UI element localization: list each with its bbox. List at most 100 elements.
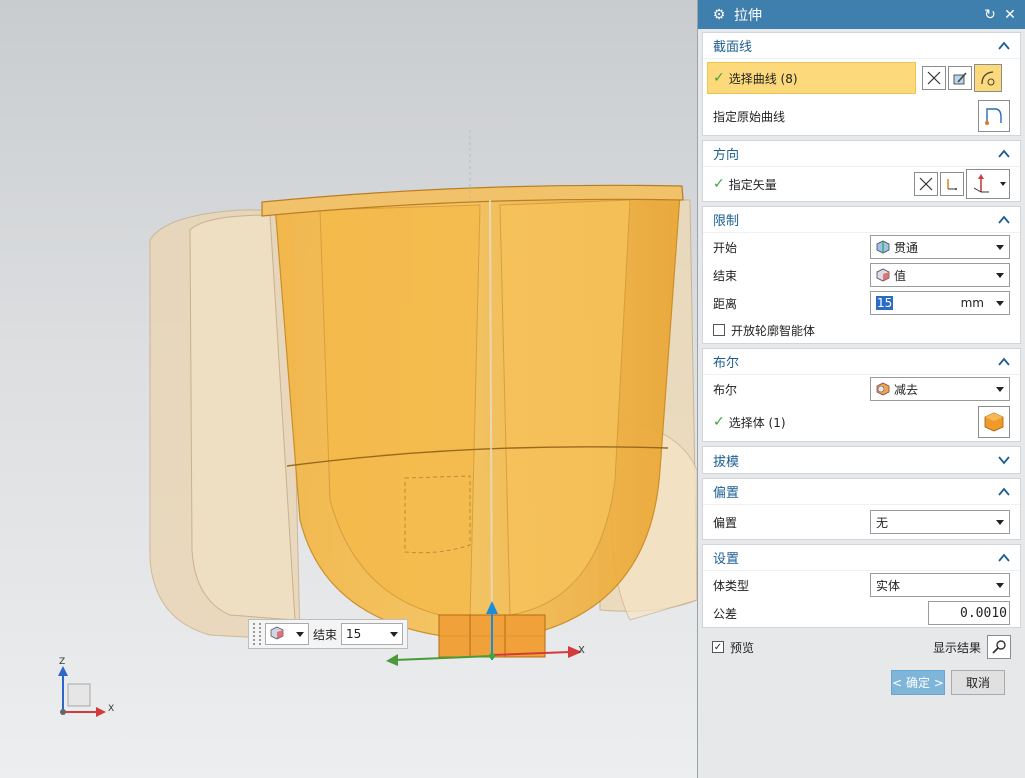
distance-input[interactable]: 15 mm (870, 291, 1010, 315)
sketch-section-button[interactable] (948, 66, 972, 90)
select-curve-row[interactable]: ✓ 选择曲线 (8) (707, 62, 916, 94)
offset-group: 偏置 偏置 无 (702, 478, 1021, 540)
boolean-header[interactable]: 布尔 (703, 349, 1020, 375)
action-buttons-row: < 确定 > 取消 (702, 662, 1021, 702)
preview-checkbox[interactable]: ✓ (712, 641, 724, 653)
distance-unit: mm (960, 296, 984, 310)
open-profile-row: 开放轮廓智能体 (703, 317, 1020, 343)
dialog-title: 拉伸 (734, 7, 762, 24)
vector-row: ✓ 指定矢量 (703, 167, 1020, 201)
boolean-select[interactable]: 减去 (870, 377, 1010, 401)
chevron-up-icon (998, 487, 1010, 496)
section-curve-title: 截面线 (713, 40, 753, 55)
close-icon[interactable]: ✕ (1003, 8, 1017, 22)
distance-row: 距离 15 mm (703, 289, 1020, 317)
select-curve-label: 选择曲线 (8) (728, 71, 798, 86)
dialog-titlebar: ⚙ 拉伸 ↻ ✕ (698, 0, 1025, 29)
triad-z-label: Z (59, 657, 66, 667)
settings-header[interactable]: 设置 (703, 545, 1020, 571)
original-curve-button[interactable] (978, 100, 1010, 132)
direction-title: 方向 (713, 148, 740, 163)
start-label: 开始 (713, 240, 738, 255)
limits-group: 限制 开始 贯通 结束 值 距离 15 mm 开放轮廓智能体 (702, 206, 1021, 344)
solid-body-icon (984, 412, 1004, 432)
select-body-row: ✓ 选择体 (1) (703, 403, 1020, 441)
chevron-up-icon (998, 149, 1010, 158)
chevron-up-icon (998, 215, 1010, 224)
end-select[interactable]: 值 (870, 263, 1010, 287)
direction-header[interactable]: 方向 (703, 141, 1020, 167)
show-result-button[interactable] (987, 635, 1011, 659)
chevron-down-icon (1000, 182, 1006, 186)
direction-group: 方向 ✓ 指定矢量 (702, 140, 1021, 202)
grip-handle[interactable] (253, 623, 261, 645)
curve-section-button[interactable] (974, 64, 1002, 92)
cross-arrows-icon (927, 71, 941, 85)
vector-label: 指定矢量 (728, 177, 777, 192)
tolerance-value: 0.0010 (960, 605, 1007, 621)
end-value: 值 (894, 268, 907, 283)
boolean-value: 减去 (894, 382, 919, 397)
body-type-row: 体类型 实体 (703, 571, 1020, 599)
gear-icon: ⚙ (712, 6, 726, 23)
chevron-down-icon (998, 456, 1010, 465)
distance-value: 15 (876, 296, 894, 310)
offset-select[interactable]: 无 (870, 510, 1010, 534)
body-type-select[interactable]: 实体 (870, 573, 1010, 597)
graphics-viewport[interactable]: Z X X 结束 15 (0, 0, 697, 778)
start-select[interactable]: 贯通 (870, 235, 1010, 259)
offset-header[interactable]: 偏置 (703, 479, 1020, 505)
select-body-button[interactable] (978, 406, 1010, 438)
chevron-down-icon (996, 386, 1004, 392)
end-value: 15 (346, 627, 362, 641)
open-profile-checkbox[interactable] (713, 324, 725, 336)
triad-vector-icon (973, 174, 989, 193)
chevron-up-icon (998, 553, 1010, 562)
tolerance-label: 公差 (713, 606, 738, 621)
select-body-label: 选择体 (1) (728, 415, 786, 430)
end-row: 结束 值 (703, 261, 1020, 289)
boolean-row: 布尔 减去 (703, 375, 1020, 403)
preview-row: ✓ 预览 显示结果 (702, 632, 1021, 662)
curve-corner-icon (985, 108, 1002, 125)
chevron-down-icon (390, 631, 399, 637)
value-cube-icon (270, 626, 284, 643)
end-type-dropdown[interactable] (265, 623, 309, 645)
body-type-label: 体类型 (713, 578, 750, 593)
chevron-down-icon (996, 272, 1004, 278)
draft-group: 拔模 (702, 446, 1021, 474)
boolean-title: 布尔 (713, 356, 740, 371)
ok-button[interactable]: < 确定 > (891, 669, 945, 695)
chevron-down-icon[interactable] (996, 300, 1004, 306)
extrude-dialog: ⚙ 拉伸 ↻ ✕ 截面线 ✓ 选择曲线 (8) 指定原始曲线 方向 ✓ 指定矢量… (697, 0, 1025, 778)
offset-title: 偏置 (713, 486, 740, 501)
tolerance-input[interactable]: 0.0010 (928, 601, 1010, 625)
draft-header[interactable]: 拔模 (703, 447, 1020, 473)
check-icon: ✓ (713, 70, 725, 86)
cross-arrows-icon (919, 177, 933, 191)
reverse-vector-button[interactable] (914, 172, 938, 196)
offset-value: 无 (876, 515, 889, 530)
reverse-direction-button[interactable] (922, 66, 946, 90)
reset-icon[interactable]: ↻ (983, 8, 997, 22)
limits-header[interactable]: 限制 (703, 207, 1020, 233)
curve-icon (981, 71, 995, 86)
magnifier-icon (992, 640, 1006, 654)
floating-toolbar: 结束 15 (248, 619, 408, 649)
show-result-label: 显示结果 (932, 640, 981, 655)
preview-label: 预览 (730, 640, 755, 655)
end-label: 结束 (313, 627, 338, 642)
end-value-combo[interactable]: 15 (341, 623, 404, 645)
cancel-button[interactable]: 取消 (951, 669, 1005, 695)
settings-title: 设置 (713, 552, 740, 567)
inferred-vector-dropdown[interactable] (966, 169, 1010, 199)
section-curve-header[interactable]: 截面线 (703, 33, 1020, 59)
model-scene (58, 130, 697, 717)
start-value: 贯通 (894, 240, 919, 255)
vector-dialog-button[interactable] (940, 172, 964, 196)
chevron-down-icon (996, 244, 1004, 250)
offset-row: 偏置 无 (703, 505, 1020, 539)
triad-x-label: X (108, 704, 115, 714)
chevron-up-icon (998, 357, 1010, 366)
limits-title: 限制 (713, 214, 740, 229)
